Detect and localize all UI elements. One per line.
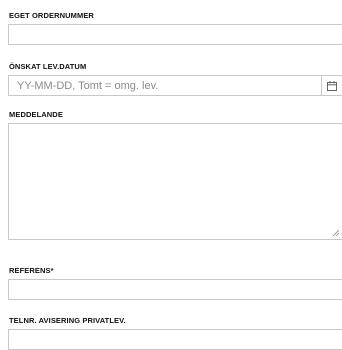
reference-input[interactable] [8,279,342,300]
phone-notification-field: TELNR. AVISERING PRIVATLEV. [8,316,342,350]
message-label: MEDDELANDE [9,110,63,119]
delivery-date-placeholder: YY-MM-DD, Tomt = omg. lev. [17,79,159,92]
phone-notification-label: TELNR. AVISERING PRIVATLEV. [9,316,126,325]
reference-field: REFERENS* [8,266,342,300]
delivery-date-label: ÖNSKAT LEV.DATUM [9,62,87,71]
phone-notification-input[interactable] [8,329,342,350]
delivery-date-input[interactable]: YY-MM-DD, Tomt = omg. lev. [8,75,322,96]
order-number-input[interactable] [8,24,342,45]
reference-label: REFERENS* [9,266,54,275]
message-textarea[interactable] [8,123,342,240]
delivery-date-field: ÖNSKAT LEV.DATUM YY-MM-DD, Tomt = omg. l… [8,62,342,96]
order-number-label: EGET ORDERNUMMER [9,11,94,20]
order-number-field: EGET ORDERNUMMER [8,11,342,45]
calendar-button[interactable] [322,75,342,96]
message-field: MEDDELANDE [8,110,342,240]
calendar-icon [327,80,337,91]
resize-handle-icon[interactable] [333,230,339,236]
